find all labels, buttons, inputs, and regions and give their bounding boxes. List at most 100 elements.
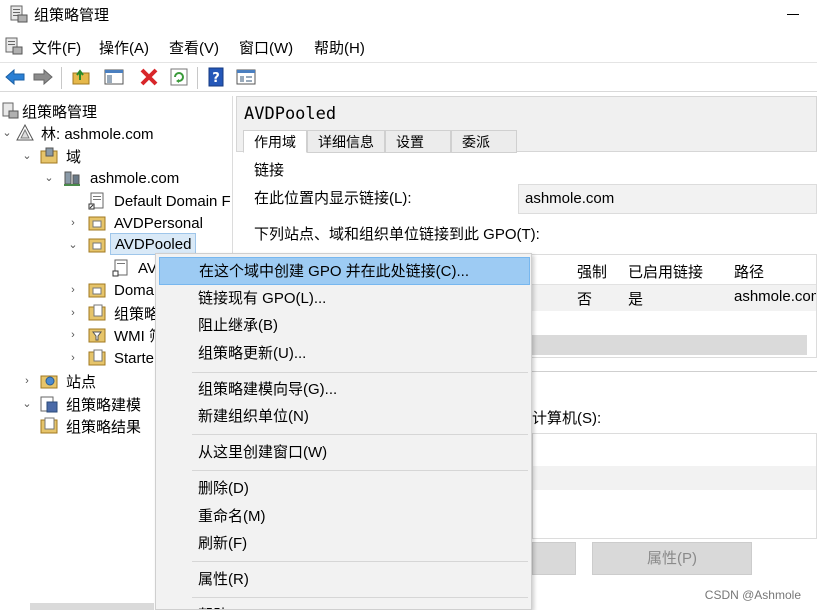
help-button[interactable]: ? xyxy=(205,66,227,88)
gpo-link-icon xyxy=(88,192,104,210)
menu-bar: 文件(F) 操作(A) 查看(V) 窗口(W) 帮助(H) xyxy=(0,32,817,60)
tree-label: 组策略结果 xyxy=(66,418,142,436)
collapse-chevron-icon[interactable]: ⌄ xyxy=(2,128,12,139)
tree-label: AVDPersonal xyxy=(114,214,203,232)
properties-view-button[interactable] xyxy=(235,66,257,88)
cell-enforced: 否 xyxy=(577,291,593,308)
filter-action-button[interactable] xyxy=(532,542,576,575)
toolbar-separator xyxy=(61,67,62,89)
ctx-delete[interactable]: 删除(D) xyxy=(159,475,530,503)
collapse-chevron-icon[interactable]: ⌄ xyxy=(22,399,32,410)
menu-view[interactable]: 查看(V) xyxy=(169,37,219,58)
expand-chevron-icon[interactable]: › xyxy=(68,308,78,319)
column-header-enforced[interactable]: 强制 xyxy=(577,261,607,282)
tab-delegation[interactable]: 委派 xyxy=(451,130,517,153)
cell-path: ashmole.com xyxy=(734,288,817,305)
column-header-path[interactable]: 路径 xyxy=(734,261,764,282)
menu-window[interactable]: 窗口(W) xyxy=(239,37,293,58)
tab-strip: 作用域 详细信息 设置 委派 xyxy=(243,130,517,153)
collapse-chevron-icon[interactable]: ⌄ xyxy=(68,240,78,251)
watermark-text: CSDN @Ashmole xyxy=(704,588,801,602)
tree-item-default-domain-policy[interactable]: Default Domain F xyxy=(0,190,232,212)
forward-arrow-icon xyxy=(33,68,53,86)
tree-label: 组策略 xyxy=(114,305,160,323)
menu-separator xyxy=(192,372,528,373)
back-button[interactable] xyxy=(4,66,26,88)
tree-label: 林: ashmole.com xyxy=(41,125,154,143)
security-filter-label: 计算机(S): xyxy=(532,410,602,427)
menu-file[interactable]: 文件(F) xyxy=(32,37,81,58)
ctx-create-gpo-link[interactable]: 在这个域中创建 GPO 并在此处链接(C)... xyxy=(159,257,530,285)
list-item[interactable] xyxy=(533,466,816,490)
toolbar-separator xyxy=(197,67,198,89)
menu-action[interactable]: 操作(A) xyxy=(99,37,149,58)
gpo-link-icon xyxy=(112,259,128,277)
menu-help[interactable]: 帮助(H) xyxy=(314,37,365,58)
minimize-button[interactable] xyxy=(787,14,799,15)
help-icon: ? xyxy=(208,67,224,87)
up-level-button[interactable] xyxy=(70,66,92,88)
context-menu: 在这个域中创建 GPO 并在此处链接(C)... 链接现有 GPO(L)... … xyxy=(155,253,532,610)
ctx-properties[interactable]: 属性(R) xyxy=(159,566,530,594)
tree-item-forest[interactable]: ⌄ 林: ashmole.com xyxy=(0,122,232,144)
page-title: AVDPooled xyxy=(244,104,337,124)
ctx-refresh[interactable]: 刷新(F) xyxy=(159,530,530,558)
ctx-help[interactable]: 帮助(H) xyxy=(159,602,530,609)
location-dropdown[interactable]: ashmole.com xyxy=(518,184,817,214)
window-title: 组策略管理 xyxy=(34,7,110,24)
system-menu-icon[interactable] xyxy=(4,36,24,56)
tab-scope[interactable]: 作用域 xyxy=(243,130,307,153)
ou-folder-icon xyxy=(88,216,106,231)
properties-view-icon xyxy=(236,69,256,85)
ctx-new-window-from-here[interactable]: 从这里创建窗口(W) xyxy=(159,439,530,467)
tree-label: 组策略建模 xyxy=(66,396,142,414)
expand-chevron-icon[interactable]: › xyxy=(68,353,78,364)
ou-folder-icon xyxy=(88,283,106,298)
refresh-button[interactable] xyxy=(168,66,190,88)
forward-button[interactable] xyxy=(32,66,54,88)
tab-details[interactable]: 详细信息 xyxy=(307,130,385,153)
tree-label: ashmole.com xyxy=(90,169,180,187)
links-section-title: 链接 xyxy=(254,162,285,179)
tree-label: 组策略管理 xyxy=(22,103,98,121)
delete-button[interactable] xyxy=(138,66,160,88)
ctx-block-inheritance[interactable]: 阻止继承(B) xyxy=(159,312,530,340)
expand-chevron-icon[interactable]: › xyxy=(68,218,78,229)
show-hide-tree-button[interactable] xyxy=(103,66,125,88)
ctx-link-existing-gpo[interactable]: 链接现有 GPO(L)... xyxy=(159,285,530,313)
tree-label: Starte xyxy=(114,349,155,367)
title-bar: 组策略管理 xyxy=(0,0,817,30)
domain-icon xyxy=(64,171,80,186)
security-filter-list[interactable] xyxy=(532,433,817,539)
collapse-chevron-icon[interactable]: ⌄ xyxy=(22,151,32,162)
tree-label: 域 xyxy=(66,148,82,166)
tree-horizontal-scrollbar[interactable] xyxy=(30,603,154,610)
ctx-modeling-wizard[interactable]: 组策略建模向导(G)... xyxy=(159,376,530,404)
gp-results-icon xyxy=(40,417,58,434)
tree-item-domains[interactable]: ⌄ 域 xyxy=(0,145,232,167)
expand-chevron-icon[interactable]: › xyxy=(22,376,32,387)
ctx-gp-update[interactable]: 组策略更新(U)... xyxy=(159,340,530,368)
up-folder-icon xyxy=(72,69,90,85)
show-hide-tree-icon xyxy=(104,69,124,85)
tree-item-root[interactable]: 组策略管理 xyxy=(0,100,232,122)
forest-triangle-icon xyxy=(16,124,34,141)
ctx-new-ou[interactable]: 新建组织单位(N) xyxy=(159,403,530,431)
links-list-label: 下列站点、域和组织单位链接到此 GPO(T): xyxy=(254,226,540,243)
tree-item-domain-ashmole[interactable]: ⌄ ashmole.com xyxy=(0,167,232,189)
delete-icon xyxy=(140,68,158,86)
expand-chevron-icon[interactable]: › xyxy=(68,285,78,296)
ctx-rename[interactable]: 重命名(M) xyxy=(159,503,530,531)
tree-item-avdpersonal[interactable]: › AVDPersonal xyxy=(0,212,232,234)
tree-label: 站点 xyxy=(66,373,97,391)
starter-gpo-icon xyxy=(88,349,106,366)
tab-settings[interactable]: 设置 xyxy=(385,130,451,153)
column-header-link-enabled[interactable]: 已启用链接 xyxy=(628,261,703,282)
toolbar: ? xyxy=(0,62,817,92)
expand-chevron-icon[interactable]: › xyxy=(68,330,78,341)
collapse-chevron-icon[interactable]: ⌄ xyxy=(44,173,54,184)
menu-separator xyxy=(192,470,528,471)
properties-button[interactable]: 属性(P) xyxy=(592,542,752,575)
details-header: AVDPooled 作用域 详细信息 设置 委派 xyxy=(236,96,817,153)
cell-link-enabled: 是 xyxy=(628,291,644,308)
